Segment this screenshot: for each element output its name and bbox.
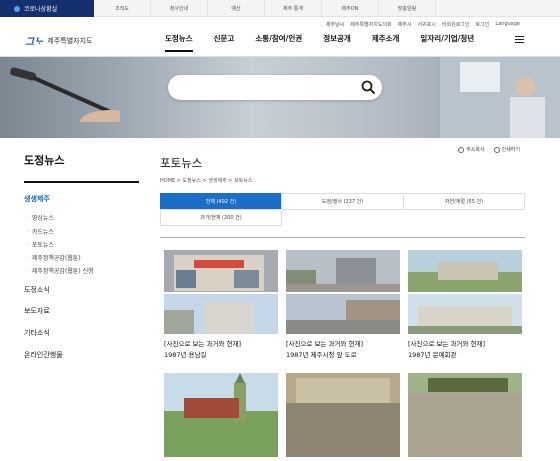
top-link-budget[interactable]: 예산 [208, 0, 265, 17]
card-title-line2[interactable]: 1987년 문예회관 [408, 349, 457, 359]
corona-status-button[interactable]: 코로나상황실 [0, 0, 94, 17]
sidebar-menu-news[interactable]: 도정소식 [24, 285, 50, 295]
photo-thumbnail[interactable] [286, 250, 400, 334]
sidebar-item-current[interactable]: 생생제주 [24, 194, 50, 204]
sidebar-menu-etc[interactable]: 기타소식 [24, 328, 50, 338]
top-link-org-chart[interactable]: 조직도 [94, 0, 151, 17]
nav-sinmungo[interactable]: 신문고 [214, 33, 235, 52]
top-link-jeju-on[interactable]: 제주ON [322, 0, 379, 17]
util-seogwipo[interactable]: 서귀포시 [417, 21, 435, 28]
photo-card[interactable]: [사진으로 보는 과거와 현재] 1987년 제주시청 앞 도로 [286, 250, 400, 359]
sidebar-sub-webtoon[interactable]: 제주정책공감(웹툰) [28, 253, 81, 262]
photo-card[interactable]: [사진으로 보는 과거와 현재] 1987년 문예회관 [408, 250, 522, 359]
print-label: 인쇄하기 [501, 147, 520, 153]
card-title-line1[interactable]: [사진으로 보는 과거와 현재] [286, 338, 363, 348]
corona-label: 코로나상황실 [24, 6, 58, 13]
page-tools: 주소복사 인쇄하기 [458, 146, 520, 153]
top-link-statistics[interactable]: 제주 통계 [265, 0, 322, 17]
logo-mark: 그ᄂᆞ [25, 37, 44, 48]
top-link-alerts[interactable]: 맞춤알림 [379, 0, 436, 17]
sidebar-sub-card-news[interactable]: 카드뉴스 [28, 227, 54, 236]
photo-thumbnail[interactable] [408, 373, 522, 457]
util-guest-login[interactable]: 비회원로그인 [442, 21, 470, 28]
card-title-line2[interactable]: 1987년 용남길 [164, 349, 207, 359]
util-jeju-city[interactable]: 제주시 [398, 21, 412, 28]
sidebar-menu-publications[interactable]: 온라인간행물 [24, 350, 63, 360]
top-links: 조직도 청사안내 예산 제주 통계 제주ON 맞춤알림 [94, 0, 436, 17]
top-bar: 코로나상황실 조직도 청사안내 예산 제주 통계 제주ON 맞춤알림 [0, 0, 560, 17]
card-title-line1[interactable]: [사진으로 보는 과거와 현재] [164, 338, 241, 348]
copy-url-label: 주소복사 [466, 147, 485, 153]
nav-information[interactable]: 정보공개 [323, 33, 351, 52]
photo-card[interactable] [286, 373, 400, 461]
util-language[interactable]: Language [495, 21, 520, 28]
tab-past-present[interactable]: 과거/현재 (200 건) [160, 209, 282, 226]
print-button[interactable]: 인쇄하기 [493, 146, 520, 153]
print-icon [493, 146, 500, 153]
copy-url-button[interactable]: 주소복사 [458, 146, 485, 153]
page-title: 포토뉴스 [160, 156, 203, 170]
hamburger-menu-icon[interactable] [515, 36, 524, 43]
logo-text: 제주특별자치도 [47, 36, 93, 45]
utility-links: 제주날씨 제주특별자치도의회 제주시 서귀포시 비회원로그인 로그인 Langu… [326, 21, 520, 28]
nav-news[interactable]: 도정뉴스 [165, 33, 193, 52]
search-box[interactable] [168, 75, 382, 100]
photo-thumbnail[interactable] [408, 250, 522, 334]
sidebar-sub-photo-news[interactable]: 포토뉴스 [28, 240, 54, 249]
content-divider [160, 237, 525, 238]
util-weather[interactable]: 제주날씨 [326, 21, 344, 28]
people-image [440, 57, 560, 138]
photo-card[interactable]: [사진으로 보는 과거와 현재] 1987년 용남길 [164, 250, 278, 359]
sidebar-sub-video-news[interactable]: 영상뉴스 [28, 213, 54, 222]
corona-icon [14, 5, 20, 12]
nav-jeju-intro[interactable]: 제주소개 [372, 33, 400, 52]
tab-nature[interactable]: 자연/계절 (55 건) [403, 193, 525, 210]
nav-participation[interactable]: 소통/참여/인권 [255, 33, 302, 52]
photo-thumbnail[interactable] [164, 250, 278, 334]
category-tabs: 전체 (492 건) 도정/행사 (237 건) 자연/계절 (55 건) 과거… [160, 193, 525, 227]
share-icon [458, 146, 465, 153]
photo-card[interactable] [408, 373, 522, 461]
util-login[interactable]: 로그인 [476, 21, 490, 28]
breadcrumb: HOME > 도정뉴스 > 생생제주 > 포토뉴스 [160, 178, 253, 184]
main-nav: 도정뉴스 신문고 소통/참여/인권 정보공개 제주소개 일자리/기업/청년 [165, 33, 495, 52]
photo-card[interactable] [164, 373, 278, 461]
card-title-line2[interactable]: 1987년 제주시청 앞 도로 [286, 349, 357, 359]
site-logo[interactable]: 그ᄂᆞ 제주특별자치도 [25, 33, 93, 49]
microphone-image [10, 67, 120, 122]
sidebar-menu-press[interactable]: 보도자료 [24, 306, 50, 316]
search-icon[interactable] [361, 80, 376, 95]
sidebar-title: 도정뉴스 [24, 154, 65, 167]
sidebar-divider [24, 181, 139, 183]
top-link-building-guide[interactable]: 청사안내 [151, 0, 208, 17]
photo-thumbnail[interactable] [286, 373, 400, 457]
tab-events[interactable]: 도정/행사 (237 건) [281, 193, 404, 210]
photo-thumbnail[interactable] [164, 373, 278, 457]
sidebar-sub-webtoon-apply[interactable]: 제주정책공감(웹툰) 신청 [28, 266, 94, 275]
util-council[interactable]: 제주특별자치도의회 [350, 21, 391, 28]
card-title-line1[interactable]: [사진으로 보는 과거와 현재] [408, 338, 485, 348]
tab-all[interactable]: 전체 (492 건) [160, 193, 282, 210]
nav-jobs[interactable]: 일자리/기업/청년 [420, 33, 474, 52]
